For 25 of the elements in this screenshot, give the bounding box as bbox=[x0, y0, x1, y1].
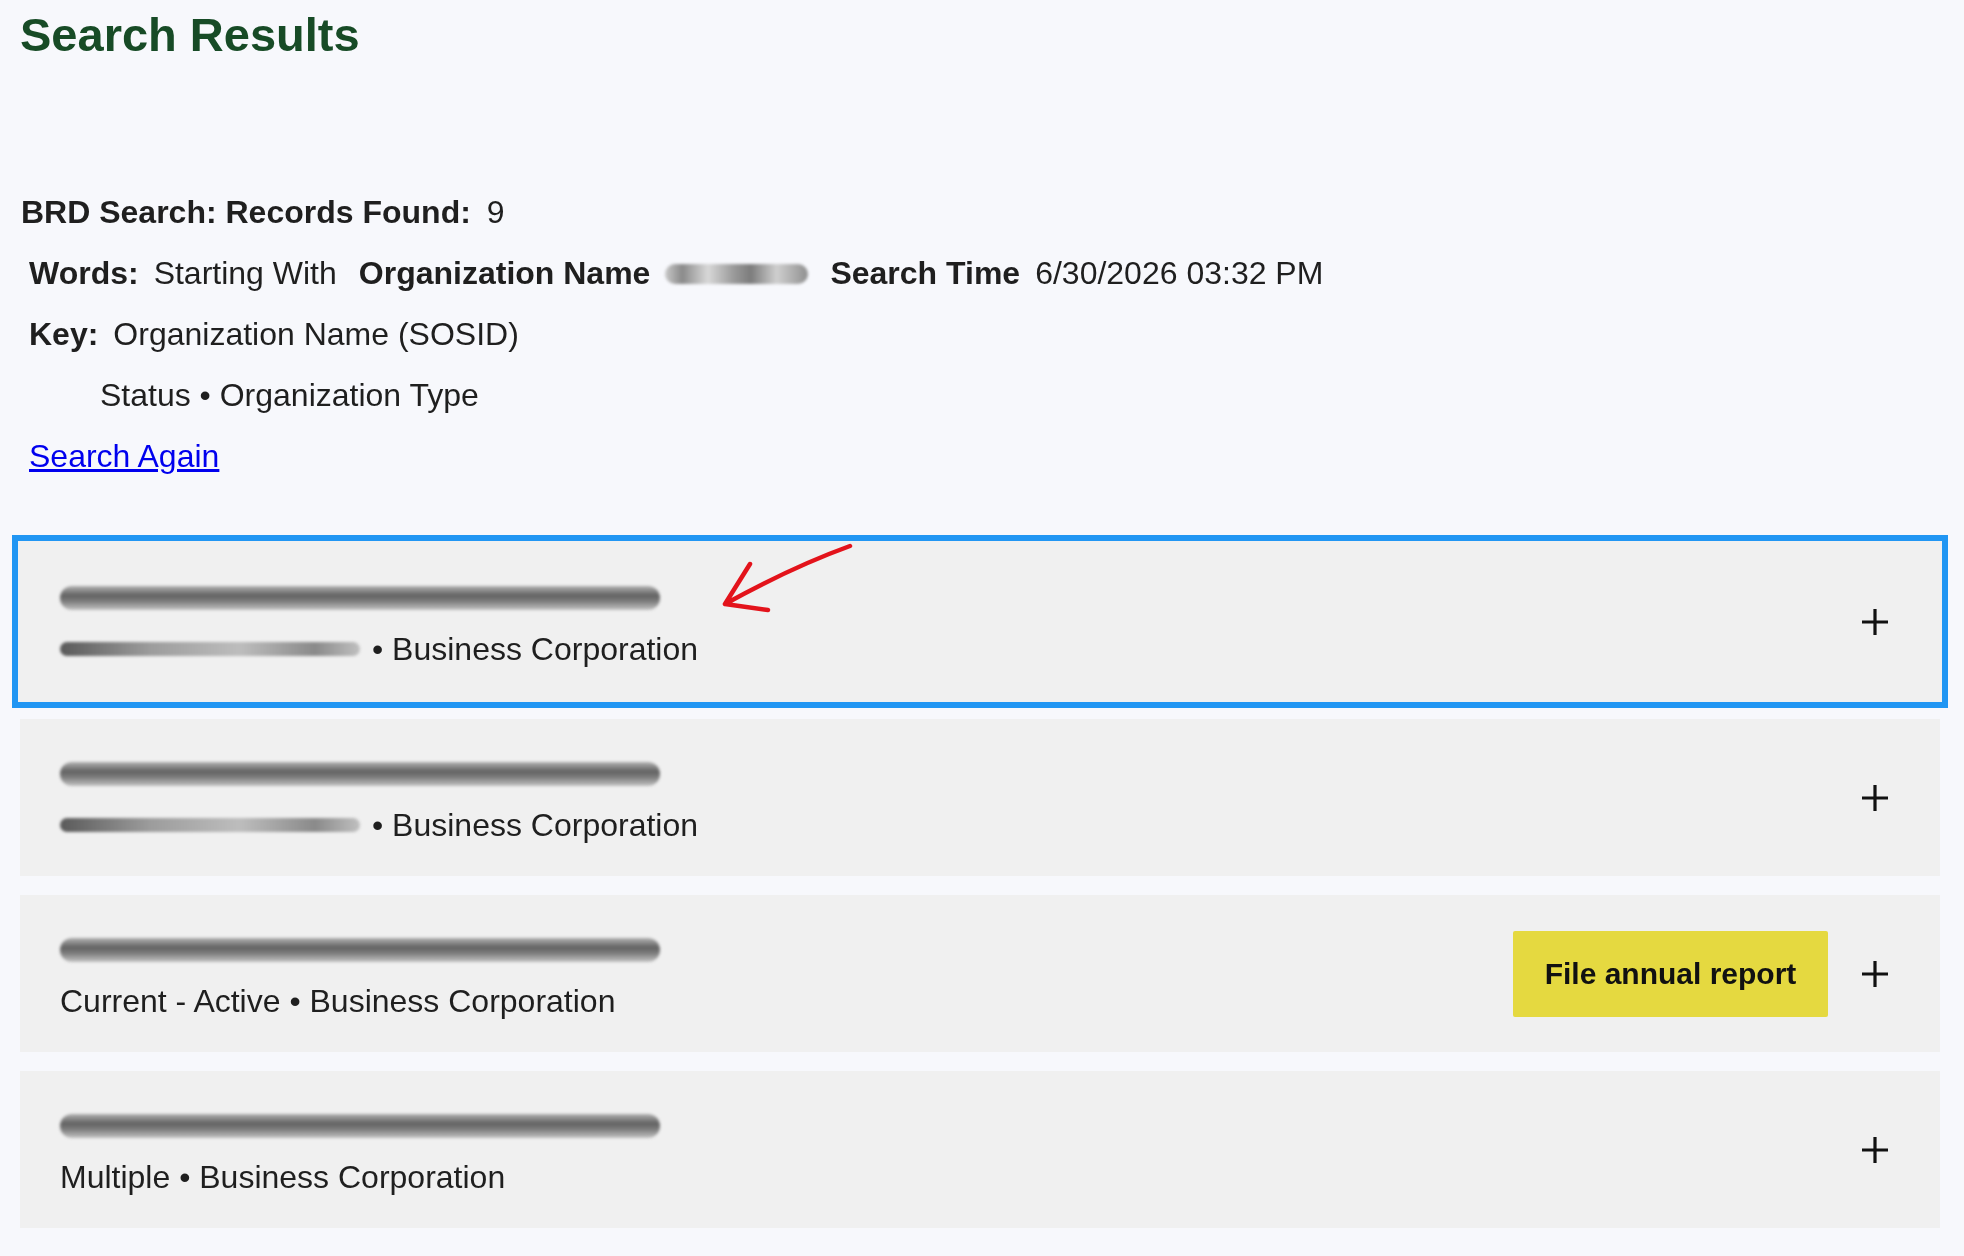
expand-button[interactable] bbox=[1861, 1135, 1889, 1164]
plus-icon bbox=[1861, 783, 1889, 812]
records-found-count: 9 bbox=[486, 194, 505, 231]
expand-button[interactable] bbox=[1861, 959, 1889, 988]
result-details: • Business Corporation bbox=[372, 806, 699, 843]
plus-icon bbox=[1861, 1135, 1889, 1164]
result-details: Current - Active • Business Corporation bbox=[60, 982, 616, 1019]
criteria-label: Search Time bbox=[830, 255, 1021, 292]
result-details: Multiple • Business Corporation bbox=[60, 1158, 506, 1195]
criteria-label: Organization Name bbox=[358, 255, 651, 292]
criteria-label: Words: bbox=[29, 255, 139, 292]
plus-icon bbox=[1861, 607, 1889, 636]
search-again-link[interactable]: Search Again bbox=[29, 438, 220, 475]
criteria-value: 6/30/2026 03:32 PM bbox=[1035, 255, 1324, 292]
criteria-value: Starting With bbox=[153, 255, 337, 292]
plus-icon bbox=[1861, 959, 1889, 988]
key-format-text: Organization Name (SOSID) bbox=[113, 316, 519, 353]
expand-button[interactable] bbox=[1861, 607, 1889, 636]
action-button[interactable]: File annual report bbox=[1513, 930, 1828, 1017]
records-found-label: BRD Search: Records Found: bbox=[21, 194, 471, 231]
page-title: Search Results bbox=[20, 7, 360, 60]
key-format-subtext: Status • Organization Type bbox=[100, 377, 479, 414]
key-label: Key: bbox=[29, 316, 99, 353]
result-details: • Business Corporation bbox=[372, 630, 699, 667]
expand-button[interactable] bbox=[1861, 783, 1889, 812]
